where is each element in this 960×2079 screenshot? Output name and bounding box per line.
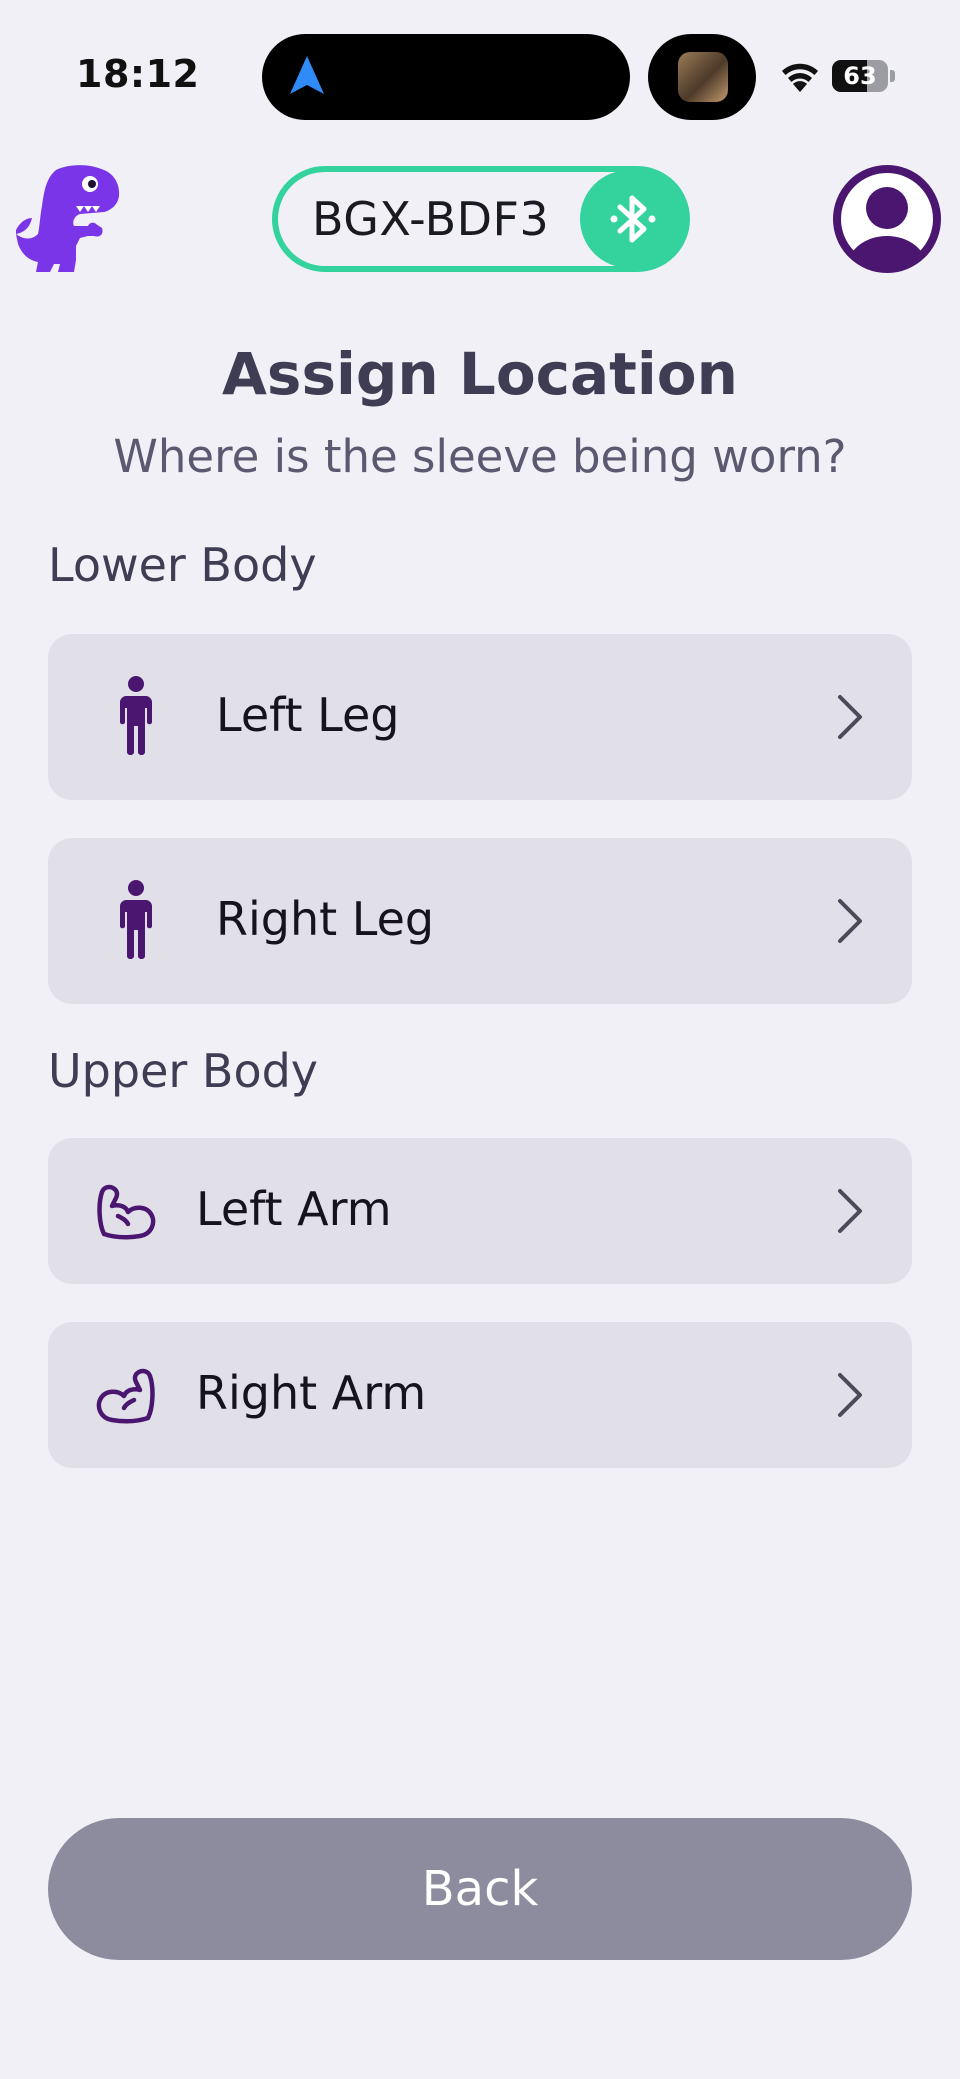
location-label: Right Leg xyxy=(216,892,435,946)
chevron-right-icon xyxy=(838,1373,862,1417)
profile-avatar-icon[interactable] xyxy=(832,164,942,274)
location-label: Left Arm xyxy=(196,1182,392,1236)
device-name: BGX-BDF3 xyxy=(312,192,550,246)
page-subtitle: Where is the sleeve being worn? xyxy=(113,430,847,483)
flexed-arm-icon xyxy=(96,1368,155,1424)
location-option-right-leg[interactable]: Right Leg xyxy=(48,838,912,1004)
location-option-right-arm[interactable]: Right Arm xyxy=(48,1322,912,1468)
device-connection-pill[interactable]: BGX-BDF3 xyxy=(272,166,690,272)
location-label: Right Arm xyxy=(196,1366,427,1420)
bluetooth-button[interactable] xyxy=(580,170,686,268)
now-playing-artwork xyxy=(678,52,728,102)
location-option-left-leg[interactable]: Left Leg xyxy=(48,634,912,800)
status-time: 18:12 xyxy=(76,52,200,96)
battery-icon: 63 xyxy=(832,60,896,92)
chevron-right-icon xyxy=(838,899,862,943)
back-button[interactable]: Back xyxy=(48,1818,912,1960)
dino-logo-icon[interactable] xyxy=(16,164,128,274)
wifi-icon xyxy=(782,63,818,92)
section-title-upper-body: Upper Body xyxy=(48,1044,319,1098)
battery-percent: 63 xyxy=(843,62,877,90)
chevron-right-icon xyxy=(838,695,862,739)
person-icon xyxy=(120,880,152,959)
location-option-left-arm[interactable]: Left Arm xyxy=(48,1138,912,1284)
location-label: Left Leg xyxy=(216,688,400,742)
navigation-arrow-icon xyxy=(290,56,324,94)
person-icon xyxy=(120,676,152,755)
chevron-right-icon xyxy=(838,1189,862,1233)
bluetooth-icon xyxy=(610,195,656,243)
section-title-lower-body: Lower Body xyxy=(48,538,317,592)
page-title: Assign Location xyxy=(222,340,738,408)
flexed-arm-icon xyxy=(97,1184,156,1240)
